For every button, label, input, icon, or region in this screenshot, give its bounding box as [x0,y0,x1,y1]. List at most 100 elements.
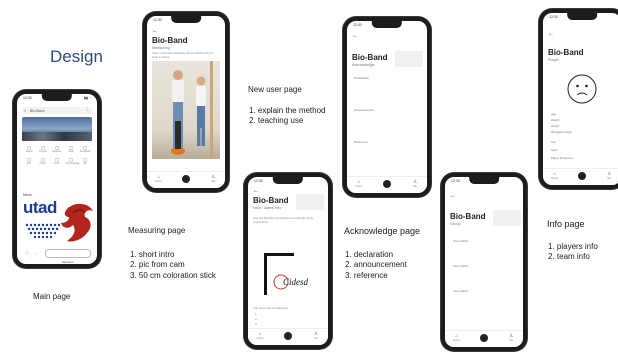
field-sex: Sex [551,140,556,144]
back-icon[interactable]: ← [152,28,158,34]
notch [41,94,73,101]
menu-icon[interactable]: ⋮ [86,107,91,113]
bottom-nav: ⌂ Home ♙ Me [347,176,427,193]
steps-intro: The steps are as following: [253,306,289,310]
back-icon[interactable]: ← [253,188,259,194]
grid-item[interactable]: ▢ People [37,145,48,153]
reference-section: Reference [354,140,368,144]
acknowledge-list: 1. declaration 2. announcement 3. refere… [345,250,407,281]
status-time: 12:30 [153,18,162,22]
group-page-phone: 12:30 ← Bio-Band Group Team INFO Team IN… [441,173,527,351]
acknowledge-item-2: 2. announcement [345,260,407,270]
team-info-section: Team INFO [453,264,469,268]
main-page-phone: 12:30 ▮▮ ◔ ⌕ Bio-Band ⋮ ▢ Teams ▢ People ▢… [13,90,101,268]
step-3: 3. [255,322,258,326]
status-time: 12:30 [254,179,263,183]
new-user-page-label: New user page [248,85,302,94]
grid-item[interactable]: ▢ Player [37,157,48,165]
utad-logo-mark [25,203,93,242]
nav-measure-button[interactable] [578,172,586,180]
team-info-section: Team INFO [453,239,469,243]
field-height: Height [551,124,560,128]
camera-photo [152,61,220,159]
grid-item[interactable]: ▢ Measure [51,145,62,153]
new-user-page-phone: 12:30 ← Bio-Band New / Users Info Use th… [244,173,332,349]
measuring-list: 1. short intro 2. pic from cam 3. 50 cm … [130,250,216,281]
search-text: Bio-Band [30,108,45,113]
app-title: Bio-Band [253,196,289,205]
intro-text: Take a full body standing photo with the… [152,51,214,59]
sad-face-icon [567,74,597,104]
notch [469,177,499,184]
app-title: Bio-Band [450,212,486,221]
page-subtitle: Acknowledge [352,63,375,67]
new-user-item-1: 1. explain the method [249,106,326,115]
grid-item[interactable]: ▢ Feedback [79,145,91,153]
page-subtitle: New / Users Info [253,206,282,210]
main-page-screen: 12:30 ▮▮ ◔ ⌕ Bio-Band ⋮ ▢ Teams ▢ People ▢… [17,94,97,264]
nav-profile[interactable]: ♙ Me [304,331,328,340]
notch [567,13,597,20]
search-icon: ⌕ [24,108,27,113]
nav-measure-button[interactable] [480,334,488,342]
design-heading: Design [50,47,103,66]
grid-item[interactable]: ▢ Team [51,157,62,165]
status-time: 12:30 [353,23,362,27]
info-item-2: 2. team info [548,252,590,262]
grid-item[interactable]: ▢ Teams [23,145,34,153]
grid-item[interactable]: ▢ Stats [65,145,76,153]
bottom-nav: ⌂ Home ♙ Me [445,330,523,347]
field-age: Age [551,112,556,116]
header-placeholder [395,51,423,67]
bottom-nav: ⌂ Home ♙ Me [543,168,618,185]
nav-home[interactable]: ⌂ Home [445,333,468,342]
back-icon[interactable]: ← [450,193,456,199]
field-sport: Sport [551,148,558,152]
nav-measure-button[interactable] [383,180,391,188]
measuring-item-2: 2. pic from cam [130,260,185,270]
group-page-screen: 12:30 ← Bio-Band Group Team INFO Team IN… [445,177,523,347]
measuring-page-label: Measuring page [128,226,186,235]
measuring-page-phone: 12:30 ← Bio-Band Measuring Take a full b… [143,12,229,192]
nav-measure-button[interactable] [284,332,292,340]
new-user-list: 1. explain the method 2. teaching use [249,106,326,127]
notch [272,177,304,184]
nav-profile[interactable]: ♙ Me [202,174,225,183]
nav-home[interactable]: ⌂ Home [248,331,272,340]
heart-icon[interactable]: ♡ [25,251,29,257]
acknowledge-page-screen: 12:30 ← Bio-Band Acknowledge Declaration… [347,21,427,193]
grid-item[interactable]: ▢ Acknowledge [65,157,79,165]
app-title: Bio-Band [152,36,188,45]
field-wingspan: Wingspan height [551,130,572,134]
bottom-nav: ⌂ Home ♙ Me [147,171,225,188]
nav-home[interactable]: ⌂ Home [543,171,566,180]
header-placeholder [493,210,521,226]
acknowledge-item-3: 3. reference [345,270,388,280]
nav-home[interactable]: ⌂ Home [347,179,371,188]
new-user-item-2: 2. teaching use [249,116,304,126]
measuring-page-screen: 12:30 ← Bio-Band Measuring Take a full b… [147,16,225,188]
acknowledge-page-label: Acknowledge page [344,226,421,236]
nav-home[interactable]: ⌂ Home [147,174,170,183]
cidesd-logo-mark: Cidesd [264,253,309,295]
search-bar[interactable]: ⌕ Bio-Band ⋮ [22,107,92,114]
main-page-label: Main page [33,292,71,301]
page-subtitle: Player [548,58,559,62]
new-user-page-screen: 12:30 ← Bio-Band New / Users Info Use th… [248,177,328,345]
news-section-label: News [23,193,32,197]
hero-city-image [22,117,92,141]
share-icon[interactable]: ◌ [34,251,37,257]
grid-item[interactable]: ▢ Me [79,157,90,165]
battery-icon: ▮▮ ◔ [84,96,91,100]
back-icon[interactable]: ← [548,31,554,37]
notch [171,16,201,23]
nav-profile[interactable]: ♙ Me [403,179,427,188]
info-list: 1. players info 2. team info [548,242,598,263]
nav-measure-button[interactable] [182,175,190,183]
nav-profile[interactable]: ♙ Me [500,333,523,342]
nav-profile[interactable]: ♙ Me [598,171,618,180]
back-icon[interactable]: ← [352,33,358,39]
status-time: 12:30 [451,179,460,183]
measure-button[interactable]: Measure [45,249,91,264]
grid-item[interactable]: ▢ Info [23,157,34,165]
